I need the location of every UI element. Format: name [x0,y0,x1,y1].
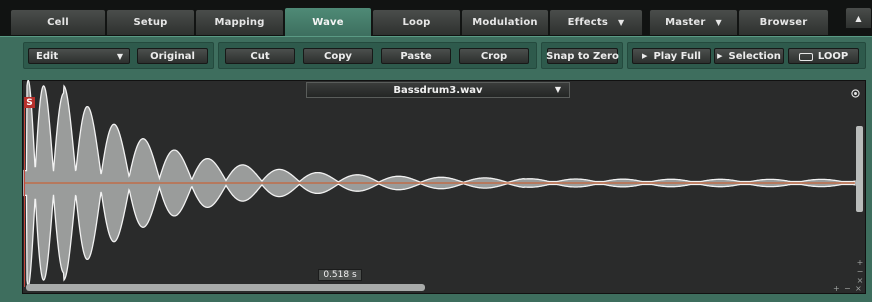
vertical-zoom-in-button[interactable]: + [856,259,864,267]
time-readout: 0.518 s [318,269,362,281]
horizontal-scrollbar[interactable] [26,284,425,291]
zoom-in-icon: + [833,284,840,293]
horizontal-zoom-reset-button[interactable]: × [855,285,862,293]
sample-file-name: Bassdrum3.wav [393,84,483,96]
horizontal-zoom-in-button[interactable]: + [833,285,840,293]
zoom-in-icon: + [856,258,864,267]
time-readout-value: 0.518 s [323,270,357,280]
horizontal-zoom-out-button[interactable]: − [844,285,851,293]
zoom-out-icon: − [844,284,851,293]
chevron-down-icon: ▼ [554,85,561,94]
vertical-scrollbar[interactable] [856,126,863,212]
vertical-zoom-out-button[interactable]: − [856,268,864,276]
zoom-out-icon: − [856,267,864,276]
waveform-display [23,80,856,286]
sample-file-select[interactable]: Bassdrum3.wav ▼ [306,82,570,98]
target-icon[interactable] [851,89,860,98]
start-marker[interactable]: S [24,97,35,108]
zoom-reset-icon: × [855,284,862,293]
start-marker-line [24,97,25,287]
start-marker-label: S [26,97,33,108]
